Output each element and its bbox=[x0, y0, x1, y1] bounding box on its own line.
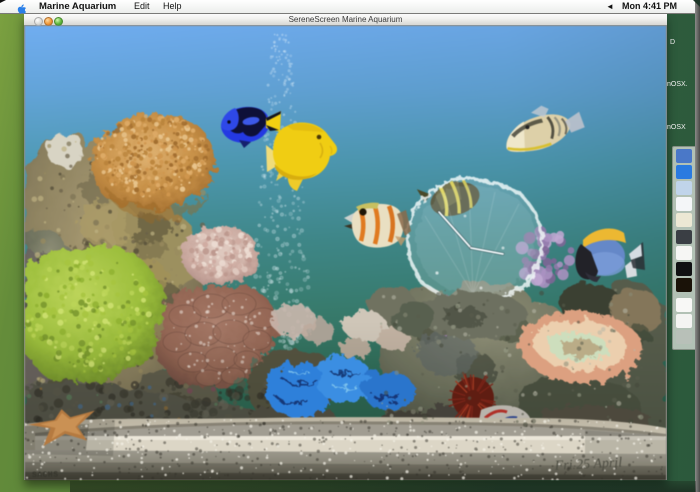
svg-text:SACHS: SACHS bbox=[32, 471, 59, 480]
